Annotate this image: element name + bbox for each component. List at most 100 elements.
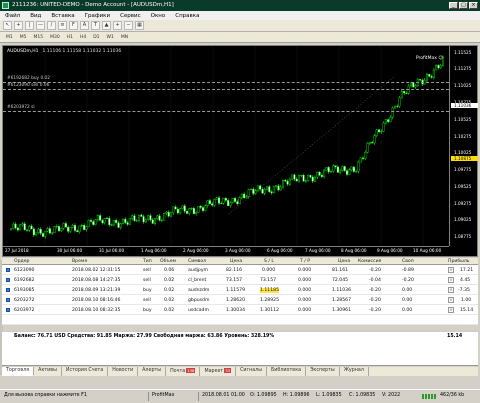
horizontal-line-icon[interactable]: — <box>36 21 45 30</box>
level-price-box: 1.10875 <box>451 156 478 161</box>
candle <box>39 227 42 236</box>
candle <box>245 194 248 199</box>
price-scale[interactable]: 1.11525 1.11275 1.11025 1.10775 1.10525 … <box>449 46 478 246</box>
timeframe-m30[interactable]: M30 <box>50 35 60 40</box>
tab-mailbox[interactable]: Почта 138 <box>166 367 201 376</box>
candle <box>28 225 31 233</box>
col-profit[interactable]: Прибыль <box>448 259 469 264</box>
timeframe-toolbar: M1 M5 M15 M30 H1 H4 D1 W1 MN <box>0 32 480 43</box>
time-scale[interactable]: 27 Jul 2018 30 Jul 06:00 31 Jul 06:00 1 … <box>3 246 449 257</box>
fibonacci-icon[interactable]: F <box>69 21 78 30</box>
label-icon[interactable]: T <box>91 21 100 30</box>
timeframe-m5[interactable]: M5 <box>20 35 27 40</box>
menu-file[interactable]: Файл <box>4 13 21 19</box>
zoom-out-icon[interactable]: − <box>124 21 133 30</box>
col-swap[interactable]: Своп <box>402 259 414 264</box>
cell-profit: 15.14 <box>460 308 474 313</box>
tab-journal[interactable]: Журнал <box>340 367 369 376</box>
zoom-in-icon[interactable]: + <box>113 21 122 30</box>
cell-sl: 0.000 <box>262 268 276 273</box>
col-price[interactable]: Цена <box>230 259 242 264</box>
timeframe-h4[interactable]: H4 <box>80 35 86 40</box>
col-symbol[interactable]: Символ <box>188 259 206 264</box>
window-titlebar[interactable]: 2111236: UNITED-DEMO - Demo Account - [A… <box>0 0 480 11</box>
tab-news[interactable]: Новости <box>108 367 139 376</box>
tab-code-base[interactable]: Библиотека <box>267 367 307 376</box>
status-profile[interactable]: ProfitMax <box>152 393 174 398</box>
col-time[interactable]: Время <box>72 259 87 264</box>
cell-order: 6193085 <box>14 288 35 293</box>
candle <box>21 221 24 227</box>
timeframe-mn[interactable]: MN <box>121 35 128 40</box>
col-commission[interactable]: Комиссия <box>358 259 381 264</box>
tile-windows-icon[interactable]: ▦ <box>135 21 144 30</box>
expert-advisor-label[interactable]: ProfitMax ☺ <box>416 56 443 61</box>
tab-account-history[interactable]: История Счета <box>62 367 109 376</box>
channel-icon[interactable]: ≡ <box>58 21 67 30</box>
candle <box>259 184 262 192</box>
maximize-button[interactable]: □ <box>459 2 468 9</box>
crosshair-icon[interactable]: + <box>14 21 23 30</box>
candle <box>334 165 337 169</box>
trendline-icon[interactable]: / <box>47 21 56 30</box>
candle <box>432 68 435 80</box>
candle <box>380 129 383 135</box>
order-line[interactable] <box>3 89 449 91</box>
table-row[interactable]: 6203972 2018.08.10 08:32:35 buy 0.02 usd… <box>2 305 478 315</box>
mail-badge: 138 <box>186 368 196 373</box>
candle <box>270 189 273 195</box>
col-order[interactable]: Ордер <box>14 259 29 264</box>
timeframe-d1[interactable]: D1 <box>93 35 99 40</box>
chart-window[interactable]: AUDUSDm,H1 1.11106 1.11158 1.11032 1.1103… <box>2 45 478 257</box>
table-row[interactable]: 6203272 2018.08.10 08:16:46 sell 0.02 gb… <box>2 295 478 305</box>
table-row[interactable]: 6123090 2018.08.02 12:31:15 sell 0.06 au… <box>2 265 478 275</box>
tab-alerts[interactable]: Алерты <box>138 367 167 376</box>
tab-signals[interactable]: Сигналы <box>236 367 267 376</box>
col-tp[interactable]: T / P <box>300 259 310 264</box>
minimize-button[interactable]: _ <box>449 2 458 9</box>
table-row[interactable]: 6192682 2018.08.08 14:27:35 sell 0.02 cl… <box>2 275 478 285</box>
tab-exposure[interactable]: Активы <box>34 367 62 376</box>
candle <box>435 64 438 71</box>
candle <box>346 168 349 177</box>
col-current-price[interactable]: Цена <box>338 259 350 264</box>
menu-view[interactable]: Вид <box>29 13 42 19</box>
tab-experts[interactable]: Эксперты <box>306 367 340 376</box>
close-order-button[interactable]: × <box>448 277 454 283</box>
close-button[interactable]: × <box>469 2 478 9</box>
candle <box>101 218 104 225</box>
close-order-button[interactable]: × <box>448 287 454 293</box>
tab-trade[interactable]: Торговля <box>2 367 35 376</box>
candle <box>53 225 56 234</box>
cell-profit: 4.45 <box>460 278 471 283</box>
menu-help[interactable]: Справка <box>174 13 200 19</box>
cursor-icon[interactable]: ↖ <box>3 21 12 30</box>
order-line[interactable] <box>3 82 449 84</box>
timeframe-m1[interactable]: M1 <box>6 35 13 40</box>
menu-window[interactable]: Окно <box>150 13 167 19</box>
timeframe-h1[interactable]: H1 <box>67 35 73 40</box>
tab-market[interactable]: Маркет 33 <box>200 367 237 376</box>
total-profit: 15.14 <box>447 334 463 339</box>
close-order-button[interactable]: × <box>448 297 454 303</box>
col-volume[interactable]: Объем <box>160 259 176 264</box>
table-row[interactable]: 6193085 2018.08.09 13:21:39 buy 0.02 aud… <box>2 285 478 295</box>
menu-insert[interactable]: Вставка <box>50 13 75 19</box>
timeframe-m15[interactable]: M15 <box>34 35 44 40</box>
vertical-line-icon[interactable]: | <box>25 21 34 30</box>
col-sl[interactable]: S / L <box>264 259 274 264</box>
candle <box>16 226 19 232</box>
order-line[interactable] <box>3 110 449 112</box>
timeframe-w1[interactable]: W1 <box>107 35 114 40</box>
price-chart-plot[interactable] <box>3 46 449 246</box>
close-order-button[interactable]: × <box>448 267 454 273</box>
text-icon[interactable]: A <box>80 21 89 30</box>
candle <box>83 223 86 231</box>
close-order-button[interactable]: × <box>448 307 454 313</box>
candle <box>135 218 138 222</box>
candle <box>158 213 161 222</box>
col-type[interactable]: Тип <box>143 259 152 264</box>
menu-tools[interactable]: Сервис <box>119 13 142 19</box>
menu-charts[interactable]: Графики <box>84 13 111 19</box>
arrows-icon[interactable]: ▲ <box>102 21 111 30</box>
